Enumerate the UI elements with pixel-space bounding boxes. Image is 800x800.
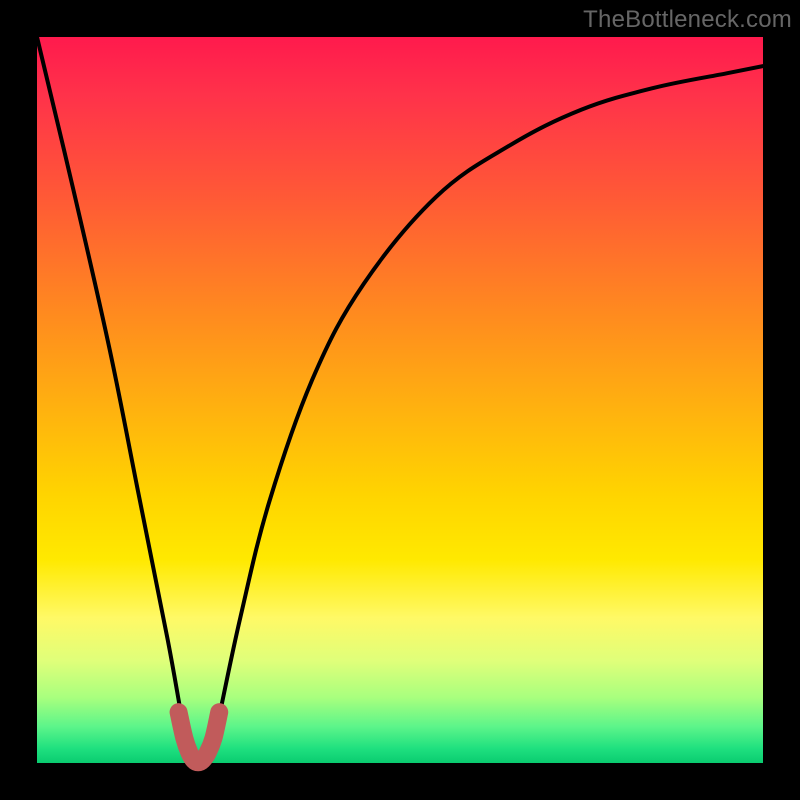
watermark-attribution: TheBottleneck.com [583, 6, 792, 34]
bottleneck-curve [37, 37, 763, 765]
curve-layer [37, 37, 763, 763]
trough-highlight [179, 712, 220, 762]
plot-area [37, 37, 763, 763]
chart-frame: TheBottleneck.com [0, 0, 800, 800]
